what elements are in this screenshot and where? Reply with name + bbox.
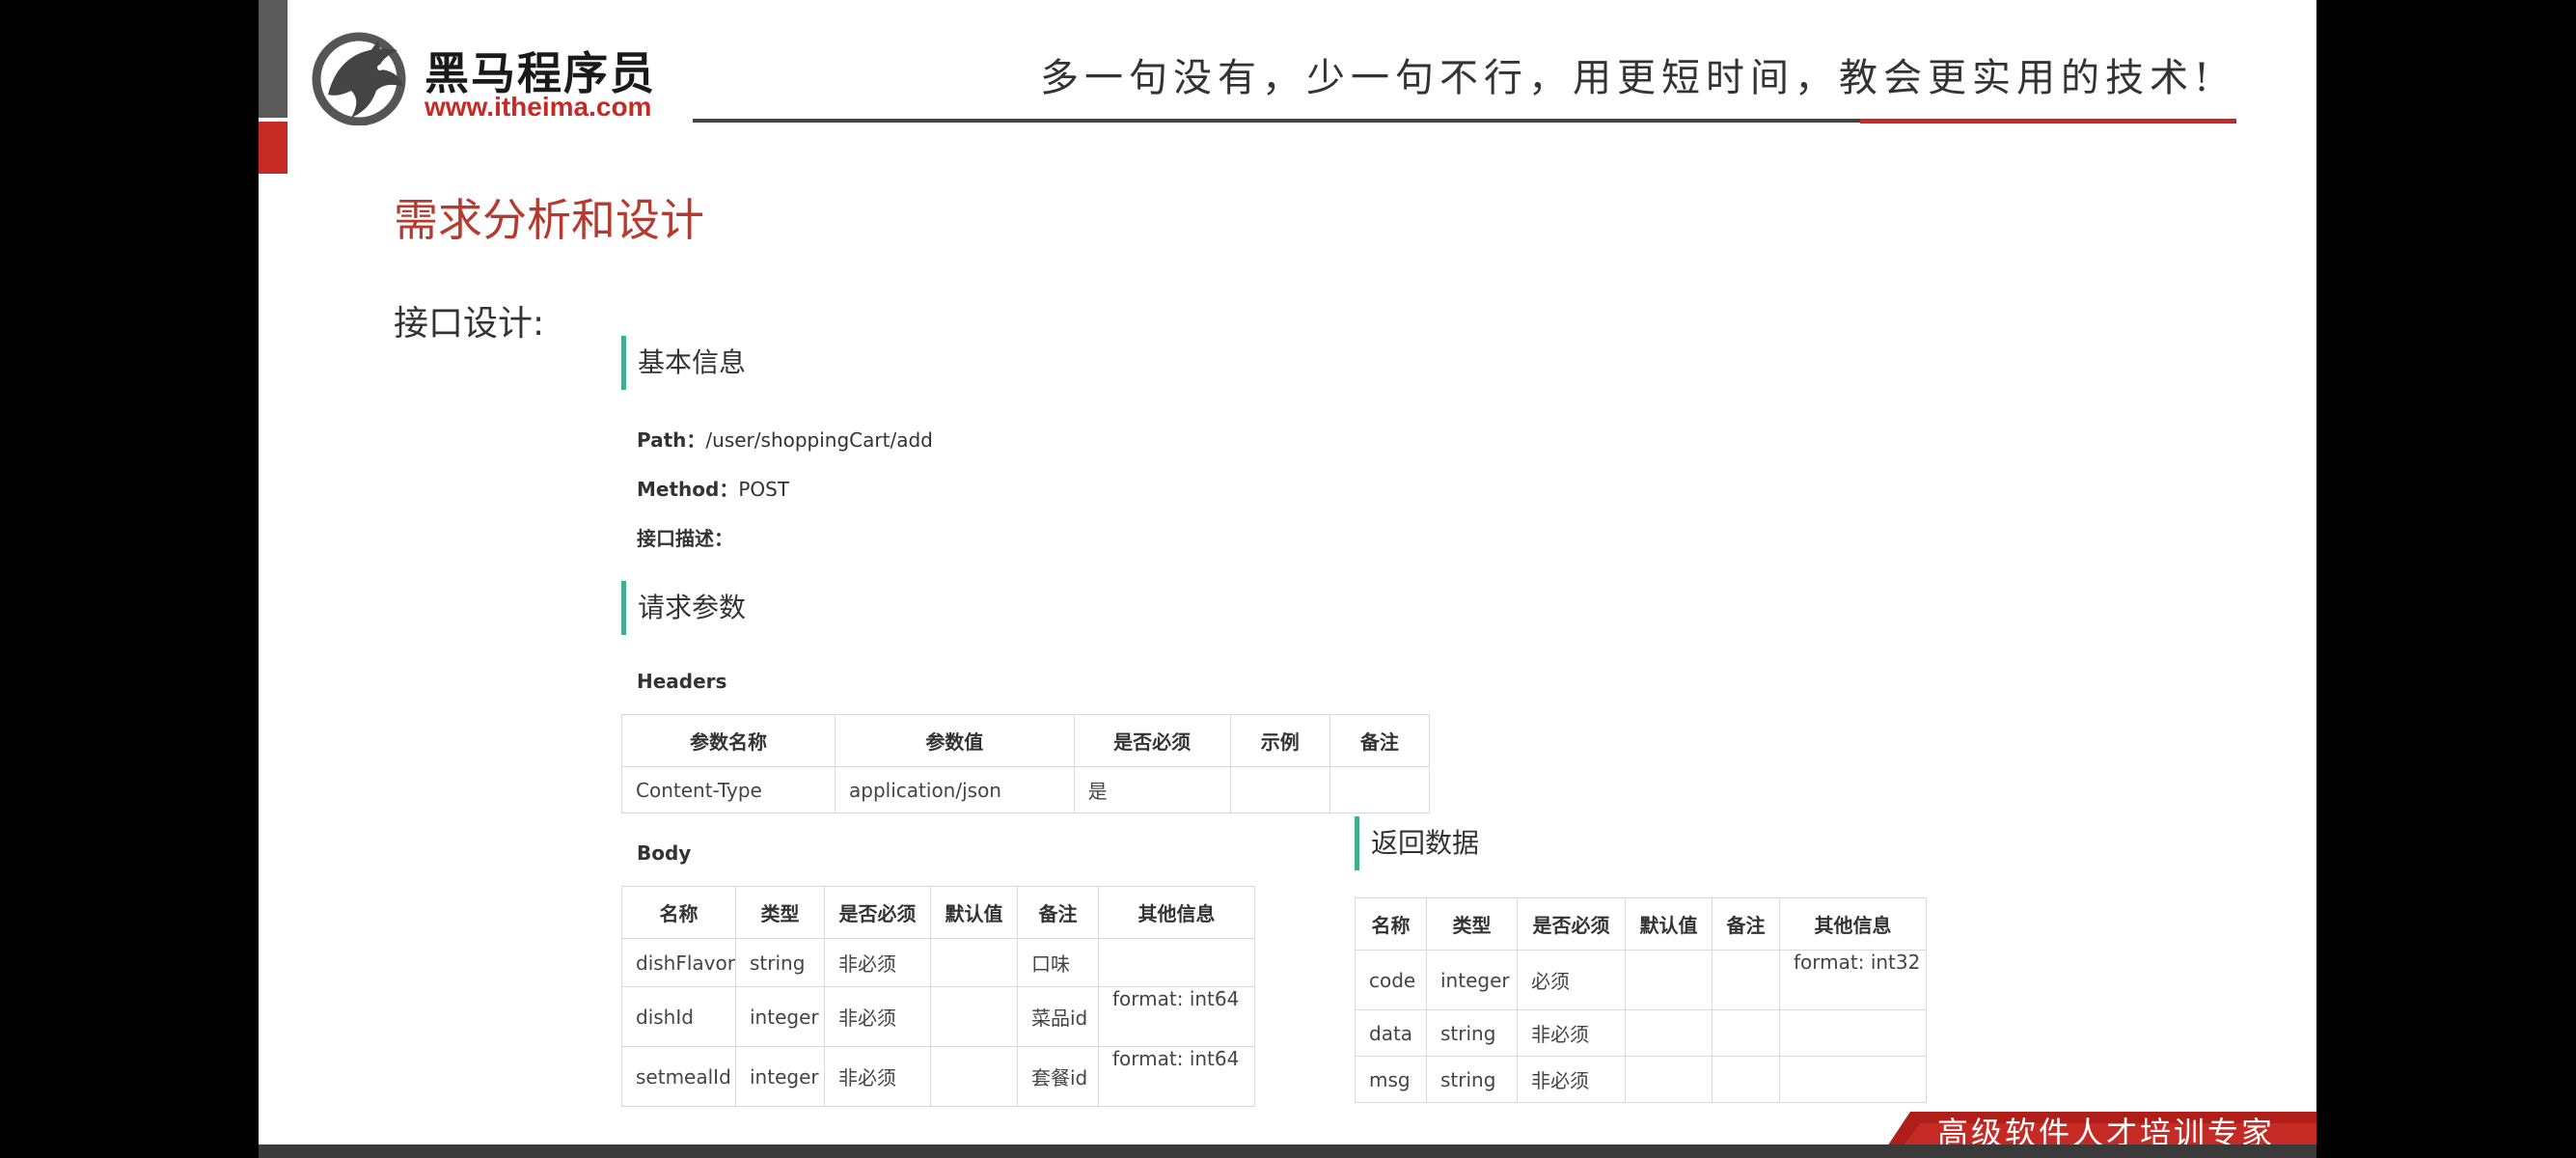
path-row: Path：/user/shoppingCart/add xyxy=(637,425,933,453)
table-row: Content-Type application/json 是 xyxy=(620,766,1431,813)
body-table: 名称 类型 是否必须 默认值 备注 其他信息 dishFlavor string… xyxy=(621,886,1255,1107)
table-cell: dishFlavor xyxy=(621,938,736,987)
table-header-cell: 类型 xyxy=(735,886,825,939)
table-cell: 是 xyxy=(1073,766,1231,813)
table-row: dishFlavor string 非必须 口味 xyxy=(621,938,1255,987)
table-cell: 口味 xyxy=(1017,938,1099,987)
body-label: Body xyxy=(637,841,692,865)
table-cell: format: int64 xyxy=(1098,1046,1255,1107)
table-row: dishId integer 非必须 菜品id format: int64 xyxy=(621,986,1255,1047)
table-header-cell: 默认值 xyxy=(1625,897,1713,951)
table-cell xyxy=(1229,766,1330,813)
table-row: code integer 必须 format: int32 xyxy=(1355,950,1927,1010)
page-title: 需求分析和设计 xyxy=(394,194,704,246)
table-header-cell: 参数值 xyxy=(835,714,1075,767)
table-cell: format: int64 xyxy=(1098,986,1255,1047)
footer-tagline-badge: 高级软件人才培训专家 xyxy=(1881,1112,2316,1144)
table-header-cell: 是否必须 xyxy=(824,886,931,939)
table-row: setmealId integer 非必须 套餐id format: int64 xyxy=(621,1046,1255,1107)
table-cell xyxy=(930,938,1018,987)
table-cell: application/json xyxy=(835,766,1075,813)
table-header-row: 名称 类型 是否必须 默认值 备注 其他信息 xyxy=(1355,897,1927,951)
table-header-cell: 其他信息 xyxy=(1098,886,1255,939)
path-value: /user/shoppingCart/add xyxy=(705,428,933,452)
table-cell xyxy=(1625,950,1713,1010)
table-cell: 非必须 xyxy=(1517,1009,1626,1057)
table-cell: string xyxy=(1426,1056,1518,1103)
slogan: 多一句没有，少一句不行，用更短时间，教会更实用的技术! xyxy=(1040,56,2216,100)
table-cell xyxy=(930,986,1018,1047)
table-cell xyxy=(1712,1056,1780,1103)
desc-row: 接口描述： xyxy=(637,523,733,551)
page-subtitle: 接口设计: xyxy=(394,304,545,344)
path-label: Path： xyxy=(637,428,706,452)
table-cell: Content-Type xyxy=(620,766,836,813)
method-value: POST xyxy=(738,478,790,501)
header-divider-accent xyxy=(1860,119,2236,124)
table-cell: data xyxy=(1355,1009,1427,1057)
table-cell xyxy=(1098,938,1255,987)
section-request-params: 请求参数 xyxy=(621,581,746,635)
table-header-cell: 其他信息 xyxy=(1779,897,1927,951)
table-cell: format: int32 xyxy=(1779,950,1927,1010)
table-cell: string xyxy=(735,938,825,987)
table-cell: 非必须 xyxy=(824,938,931,987)
table-cell xyxy=(1625,1056,1713,1103)
table-row: data string 非必须 xyxy=(1355,1009,1927,1057)
table-cell: dishId xyxy=(621,986,736,1047)
table-header-cell: 示例 xyxy=(1229,714,1330,767)
screen: 黑马程序员 www.itheima.com 多一句没有，少一句不行，用更短时间，… xyxy=(0,0,2576,1158)
headers-label: Headers xyxy=(637,670,727,693)
slide: 黑马程序员 www.itheima.com 多一句没有，少一句不行，用更短时间，… xyxy=(259,0,2316,1144)
table-header-cell: 备注 xyxy=(1017,886,1099,939)
table-cell xyxy=(1329,766,1431,813)
table-cell: code xyxy=(1355,950,1427,1010)
table-header-cell: 参数名称 xyxy=(620,714,836,767)
horse-logo-icon xyxy=(312,32,406,125)
table-cell: integer xyxy=(735,1046,825,1107)
table-cell xyxy=(1712,1009,1780,1057)
table-header-cell: 是否必须 xyxy=(1073,714,1231,767)
table-header-cell: 备注 xyxy=(1329,714,1431,767)
table-cell: msg xyxy=(1355,1056,1427,1103)
table-cell xyxy=(1625,1009,1713,1057)
table-row: msg string 非必须 xyxy=(1355,1056,1927,1103)
brand-logo: 黑马程序员 www.itheima.com xyxy=(309,27,675,133)
table-cell: integer xyxy=(1426,950,1518,1010)
table-cell xyxy=(1712,950,1780,1010)
table-header-row: 参数名称 参数值 是否必须 示例 备注 xyxy=(620,714,1431,767)
table-cell: 非必须 xyxy=(824,986,931,1047)
table-header-cell: 名称 xyxy=(621,886,736,939)
desc-label: 接口描述： xyxy=(637,527,733,550)
table-header-cell: 是否必须 xyxy=(1517,897,1626,951)
method-row: Method：POST xyxy=(637,474,789,502)
table-header-cell: 类型 xyxy=(1426,897,1518,951)
method-label: Method： xyxy=(637,478,739,501)
table-cell: 菜品id xyxy=(1017,986,1099,1047)
headers-table: 参数名称 参数值 是否必须 示例 备注 Content-Type applica… xyxy=(620,714,1431,813)
table-header-cell: 名称 xyxy=(1355,897,1427,951)
table-cell xyxy=(930,1046,1018,1107)
table-header-cell: 备注 xyxy=(1712,897,1780,951)
table-cell: setmealId xyxy=(621,1046,736,1107)
table-cell: string xyxy=(1426,1009,1518,1057)
table-cell: 必须 xyxy=(1517,950,1626,1010)
section-basic-info: 基本信息 xyxy=(621,336,746,390)
table-cell xyxy=(1779,1009,1927,1057)
left-accent-bar-gray xyxy=(259,0,288,118)
table-cell xyxy=(1779,1056,1927,1103)
footer-tagline: 高级软件人才培训专家 xyxy=(1937,1115,2276,1144)
slide-bottom-strip xyxy=(259,1144,2316,1158)
table-cell: 非必须 xyxy=(824,1046,931,1107)
table-header-cell: 默认值 xyxy=(930,886,1018,939)
section-response-data: 返回数据 xyxy=(1355,816,1479,870)
left-accent-bar-red xyxy=(259,122,288,174)
table-cell: integer xyxy=(735,986,825,1047)
table-cell: 套餐id xyxy=(1017,1046,1099,1107)
response-table: 名称 类型 是否必须 默认值 备注 其他信息 code integer 必须 f… xyxy=(1355,897,1927,1103)
table-cell: 非必须 xyxy=(1517,1056,1626,1103)
brand-url: www.itheima.com xyxy=(425,92,652,122)
table-header-row: 名称 类型 是否必须 默认值 备注 其他信息 xyxy=(621,886,1255,939)
